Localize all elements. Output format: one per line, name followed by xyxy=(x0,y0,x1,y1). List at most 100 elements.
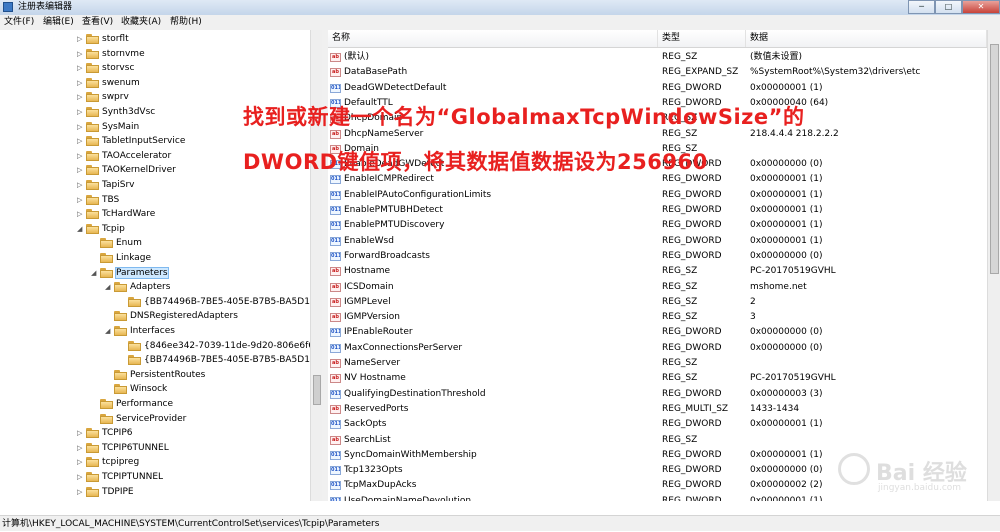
tree-item[interactable]: ServiceProvider xyxy=(91,412,186,427)
tree-item[interactable]: PersistentRoutes xyxy=(105,368,205,383)
expand-toggle-icon[interactable]: ◢ xyxy=(91,266,100,281)
value-row[interactable]: 011 EnablePMTUBHDetect REG_DWORD 0x00000001… xyxy=(328,203,987,218)
tree-item[interactable]: ▷ tcpipreg xyxy=(77,455,139,470)
value-row[interactable]: ab IGMPLevel REG_SZ 2 xyxy=(328,295,987,310)
expand-toggle-icon[interactable]: ▷ xyxy=(77,207,86,222)
expand-toggle-icon[interactable]: ▷ xyxy=(77,178,86,193)
value-type: REG_SZ xyxy=(662,296,698,307)
value-row[interactable]: ab ICSDomain REG_SZ mshome.net xyxy=(328,280,987,295)
tree-item[interactable]: ▷ Synth3dVsc xyxy=(77,105,155,120)
tree-item[interactable]: ▷ TabletInputService xyxy=(77,134,185,149)
value-row[interactable]: ab DataBasePath REG_EXPAND_SZ %SystemRoot%\… xyxy=(328,65,987,80)
menu-view[interactable]: 查看(V) xyxy=(82,15,113,30)
tree-item[interactable]: ▷ TAOAccelerator xyxy=(77,149,171,164)
tree-item[interactable]: ▷ stornvme xyxy=(77,47,145,62)
tree-item[interactable]: Enum xyxy=(91,236,142,251)
tree-item-label: Winsock xyxy=(130,384,168,395)
value-row[interactable]: 011 EnablePMTUDiscovery REG_DWORD 0x0000000… xyxy=(328,218,987,233)
expand-toggle-icon[interactable]: ▷ xyxy=(77,32,86,47)
expand-toggle-icon[interactable]: ▷ xyxy=(77,426,86,441)
tree-item[interactable]: ▷ TCPIPTUNNEL xyxy=(77,470,163,485)
folder-icon xyxy=(86,136,99,147)
expand-toggle-icon[interactable]: ▷ xyxy=(77,470,86,485)
column-header-name[interactable]: 名称 xyxy=(328,30,658,47)
value-data: 0x00000000 (0) xyxy=(750,342,823,353)
tree-item[interactable]: Winsock xyxy=(105,382,167,397)
value-row[interactable]: 011 EnableIPAutoConfigurationLimits REG_DW… xyxy=(328,188,987,203)
tree-item[interactable]: ◢ Interfaces xyxy=(105,324,175,339)
value-row[interactable]: 011 DeadGWDetectDefault REG_DWORD 0x0000000… xyxy=(328,81,987,96)
values-scrollbar[interactable] xyxy=(987,30,1000,501)
expand-toggle-icon[interactable]: ▷ xyxy=(77,441,86,456)
tree-item[interactable]: {846ee342-7039-11de-9d20-806e6f6e6 xyxy=(119,339,322,354)
expand-toggle-icon[interactable]: ▷ xyxy=(77,47,86,62)
value-row[interactable]: ab NV Hostname REG_SZ PC-20170519GVHL xyxy=(328,371,987,386)
value-row[interactable]: 011 MaxConnectionsPerServer REG_DWORD 0x000… xyxy=(328,341,987,356)
folder-icon xyxy=(100,399,113,409)
value-row[interactable]: 011 ForwardBroadcasts REG_DWORD 0x00000000 … xyxy=(328,249,987,264)
expand-toggle-icon[interactable]: ▷ xyxy=(77,61,86,76)
tree-item[interactable]: DNSRegisteredAdapters xyxy=(105,309,238,324)
menu-file[interactable]: 文件(F) xyxy=(4,15,34,30)
value-name: SearchList xyxy=(344,434,391,445)
value-row[interactable]: 011 SackOpts REG_DWORD 0x00000001 (1) xyxy=(328,417,987,432)
folder-icon xyxy=(114,311,127,322)
value-row[interactable]: ab Hostname REG_SZ PC-20170519GVHL xyxy=(328,264,987,279)
expand-toggle-icon[interactable]: ◢ xyxy=(105,324,114,339)
tree-item[interactable]: ▷ storvsc xyxy=(77,61,134,76)
expand-toggle-icon[interactable]: ◢ xyxy=(77,222,86,237)
expand-toggle-icon[interactable]: ▷ xyxy=(77,134,86,149)
tree-item[interactable]: ▷ TAOKernelDriver xyxy=(77,163,176,178)
minimize-button[interactable]: ─ xyxy=(908,0,935,14)
expand-toggle-icon[interactable]: ▷ xyxy=(77,485,86,500)
menu-help[interactable]: 帮助(H) xyxy=(170,15,202,30)
expand-toggle-icon[interactable]: ▷ xyxy=(77,105,86,120)
value-row[interactable]: ab ReservedPorts REG_MULTI_SZ 1433-1434 xyxy=(328,402,987,417)
tree-item[interactable]: ◢ Adapters xyxy=(105,280,170,295)
tree-item[interactable]: ◢ Parameters xyxy=(91,266,169,281)
value-name: SyncDomainWithMembership xyxy=(344,449,477,460)
string-value-icon: ab xyxy=(330,282,341,292)
tree-item[interactable]: {BB74496B-7BE5-405E-B7B5-BA5D154F xyxy=(119,353,322,368)
expand-toggle-icon[interactable]: ▷ xyxy=(77,120,86,135)
expand-toggle-icon[interactable]: ▷ xyxy=(77,193,86,208)
column-header-data[interactable]: 数据 xyxy=(746,30,987,47)
value-type: REG_DWORD xyxy=(662,449,722,460)
value-row[interactable]: 011 IPEnableRouter REG_DWORD 0x00000000 (0) xyxy=(328,325,987,340)
tree-item[interactable]: ▷ TapiSrv xyxy=(77,178,134,193)
tree-item[interactable]: {BB74496B-7BE5-405E-B7B5-BA5D154F xyxy=(119,295,322,310)
expand-toggle-icon[interactable]: ◢ xyxy=(105,280,114,295)
tree-item[interactable]: ▷ TBS xyxy=(77,193,119,208)
value-row[interactable]: ab (默认) REG_SZ (数值未设置) xyxy=(328,50,987,65)
tree-scrollbar-thumb[interactable] xyxy=(313,375,321,405)
tree-item[interactable]: ▷ storflt xyxy=(77,32,129,47)
maximize-button[interactable]: □ xyxy=(935,0,962,14)
expand-toggle-icon[interactable]: ▷ xyxy=(77,163,86,178)
tree-item[interactable]: ▷ SysMain xyxy=(77,120,139,135)
tree-item[interactable]: Performance xyxy=(91,397,173,412)
value-row[interactable]: 011 EnableWsd REG_DWORD 0x00000001 (1) xyxy=(328,234,987,249)
expand-toggle-icon[interactable]: ▷ xyxy=(77,149,86,164)
menu-favorites[interactable]: 收藏夹(A) xyxy=(121,15,161,30)
value-row[interactable]: 011 QualifyingDestinationThreshold REG_DWO… xyxy=(328,387,987,402)
tree-item-label: TAOKernelDriver xyxy=(102,165,176,176)
tree-item[interactable]: ▷ TCPIP6TUNNEL xyxy=(77,441,169,456)
menu-edit[interactable]: 编辑(E) xyxy=(43,15,74,30)
tree-item[interactable]: ▷ swenum xyxy=(77,76,140,91)
expand-toggle-icon[interactable]: ▷ xyxy=(77,455,86,470)
expand-toggle-icon[interactable]: ▷ xyxy=(77,90,86,105)
values-scrollbar-thumb[interactable] xyxy=(990,44,999,274)
close-button[interactable]: ✕ xyxy=(962,0,1000,14)
value-row[interactable]: ab SearchList REG_SZ xyxy=(328,433,987,448)
column-header-type[interactable]: 类型 xyxy=(658,30,746,47)
value-row[interactable]: ab IGMPVersion REG_SZ 3 xyxy=(328,310,987,325)
tree-item[interactable]: Linkage xyxy=(91,251,151,266)
folder-icon xyxy=(128,355,141,366)
tree-item[interactable]: ◢ Tcpip xyxy=(77,222,125,237)
expand-toggle-icon[interactable]: ▷ xyxy=(77,76,86,91)
tree-item[interactable]: ▷ TcHardWare xyxy=(77,207,155,222)
tree-item[interactable]: ▷ TDPIPE xyxy=(77,485,134,500)
tree-item[interactable]: ▷ swprv xyxy=(77,90,129,105)
tree-item[interactable]: ▷ TCPIP6 xyxy=(77,426,133,441)
value-row[interactable]: ab NameServer REG_SZ xyxy=(328,356,987,371)
